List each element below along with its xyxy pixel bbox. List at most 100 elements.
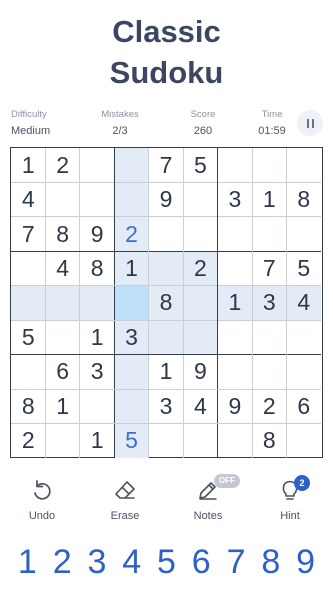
- sudoku-cell[interactable]: [183, 217, 217, 251]
- sudoku-cell[interactable]: [79, 285, 115, 321]
- sudoku-cell[interactable]: [252, 148, 286, 182]
- sudoku-cell[interactable]: [218, 217, 252, 251]
- sudoku-cell[interactable]: [45, 320, 79, 354]
- sudoku-cell[interactable]: [252, 217, 286, 251]
- pause-button[interactable]: [297, 110, 323, 136]
- number-button[interactable]: 9: [289, 542, 323, 582]
- sudoku-cell[interactable]: [218, 148, 252, 182]
- sudoku-cell[interactable]: 5: [183, 148, 217, 182]
- sudoku-cell[interactable]: [218, 320, 252, 354]
- sudoku-cell[interactable]: 3: [149, 389, 183, 423]
- sudoku-cell[interactable]: 3: [218, 182, 252, 216]
- sudoku-cell[interactable]: [183, 320, 218, 355]
- sudoku-cell[interactable]: [148, 320, 184, 355]
- sudoku-cell[interactable]: 8: [252, 424, 286, 458]
- sudoku-cell[interactable]: 2: [252, 389, 286, 423]
- sudoku-cell[interactable]: [45, 182, 79, 216]
- sudoku-cell[interactable]: [287, 320, 321, 354]
- sudoku-cell[interactable]: 8: [287, 182, 321, 216]
- sudoku-cell[interactable]: [114, 285, 149, 321]
- sudoku-cell[interactable]: 9: [218, 389, 252, 423]
- number-button[interactable]: 1: [10, 542, 44, 582]
- sudoku-cell[interactable]: 2: [45, 148, 79, 182]
- sudoku-cell[interactable]: [80, 148, 114, 182]
- sudoku-cell[interactable]: 5: [287, 251, 321, 285]
- sudoku-cell[interactable]: [114, 354, 149, 390]
- sudoku-cell[interactable]: [218, 251, 252, 285]
- sudoku-cell[interactable]: [287, 148, 321, 182]
- sudoku-cell[interactable]: 1: [45, 389, 79, 423]
- sudoku-cell[interactable]: [149, 424, 183, 458]
- sudoku-cell[interactable]: [11, 355, 45, 389]
- notes-button[interactable]: OFF Notes: [178, 474, 240, 522]
- sudoku-cell[interactable]: [218, 424, 252, 458]
- hint-button[interactable]: 2 Hint: [260, 475, 320, 522]
- undo-button[interactable]: Undo: [12, 478, 72, 522]
- sudoku-cell[interactable]: [114, 389, 149, 424]
- sudoku-cell[interactable]: 2: [183, 251, 218, 286]
- sudoku-cell[interactable]: 1: [11, 148, 45, 182]
- erase-button[interactable]: Erase: [95, 478, 155, 522]
- sudoku-cell[interactable]: [80, 182, 114, 216]
- sudoku-cell[interactable]: 7: [11, 217, 45, 251]
- sudoku-cell[interactable]: 7: [252, 251, 286, 285]
- sudoku-cell[interactable]: [252, 355, 286, 389]
- number-button[interactable]: 4: [115, 542, 149, 582]
- sudoku-cell[interactable]: [80, 389, 114, 423]
- sudoku-cell[interactable]: 1: [217, 285, 253, 321]
- number-button[interactable]: 6: [184, 542, 218, 582]
- sudoku-cell[interactable]: 8: [148, 285, 184, 321]
- sudoku-cell[interactable]: 5: [11, 320, 45, 354]
- number-button[interactable]: 3: [80, 542, 114, 582]
- sudoku-cell[interactable]: [114, 148, 149, 183]
- sudoku-cell[interactable]: 2: [11, 424, 45, 458]
- sudoku-cell[interactable]: 4: [11, 182, 45, 216]
- sudoku-cell[interactable]: 9: [183, 355, 217, 389]
- sudoku-cell[interactable]: [183, 285, 218, 321]
- sudoku-cell[interactable]: 1: [114, 251, 149, 286]
- number-button[interactable]: 8: [254, 542, 288, 582]
- sudoku-cell[interactable]: [11, 251, 45, 285]
- sudoku-cell[interactable]: [45, 285, 80, 321]
- sudoku-cell[interactable]: [45, 424, 79, 458]
- sudoku-cell[interactable]: [287, 217, 321, 251]
- sudoku-cell[interactable]: 6: [45, 355, 79, 389]
- number-button[interactable]: 7: [219, 542, 253, 582]
- sudoku-cell[interactable]: 3: [80, 355, 114, 389]
- sudoku-cell[interactable]: [252, 320, 286, 354]
- grid-line: [11, 353, 321, 356]
- sudoku-cell[interactable]: 2: [114, 216, 149, 252]
- sudoku-cell[interactable]: 5: [114, 423, 149, 458]
- sudoku-cell[interactable]: 9: [149, 182, 183, 216]
- mistakes-value: 2/3: [112, 125, 128, 137]
- sudoku-cell[interactable]: [183, 424, 217, 458]
- sudoku-cell[interactable]: [287, 355, 321, 389]
- eraser-icon: [115, 481, 135, 499]
- sudoku-cell[interactable]: 8: [80, 251, 114, 285]
- sudoku-cell[interactable]: 4: [286, 285, 321, 321]
- sudoku-cell[interactable]: 8: [11, 389, 45, 423]
- sudoku-cell[interactable]: 1: [149, 355, 183, 389]
- sudoku-cell[interactable]: 3: [114, 320, 149, 355]
- sudoku-cell[interactable]: [218, 355, 252, 389]
- number-button[interactable]: 5: [150, 542, 184, 582]
- sudoku-cell[interactable]: [183, 182, 217, 216]
- sudoku-cell[interactable]: [148, 251, 184, 286]
- difficulty-label: Difficulty: [11, 109, 47, 120]
- sudoku-cell[interactable]: [149, 217, 183, 251]
- sudoku-cell[interactable]: 6: [287, 389, 321, 423]
- sudoku-cell[interactable]: [11, 285, 46, 321]
- sudoku-cell[interactable]: 1: [252, 182, 286, 216]
- sudoku-cell[interactable]: [287, 424, 321, 458]
- sudoku-cell[interactable]: 4: [45, 251, 79, 285]
- sudoku-cell[interactable]: 7: [149, 148, 183, 182]
- sudoku-cell[interactable]: 4: [183, 389, 217, 423]
- number-button[interactable]: 2: [45, 542, 79, 582]
- sudoku-cell[interactable]: [114, 182, 149, 217]
- sudoku-cell[interactable]: 8: [45, 217, 79, 251]
- sudoku-cell[interactable]: 1: [80, 424, 114, 458]
- undo-icon: [34, 480, 51, 500]
- sudoku-cell[interactable]: 9: [80, 217, 114, 251]
- sudoku-cell[interactable]: 1: [80, 320, 114, 354]
- sudoku-cell[interactable]: 3: [252, 285, 287, 321]
